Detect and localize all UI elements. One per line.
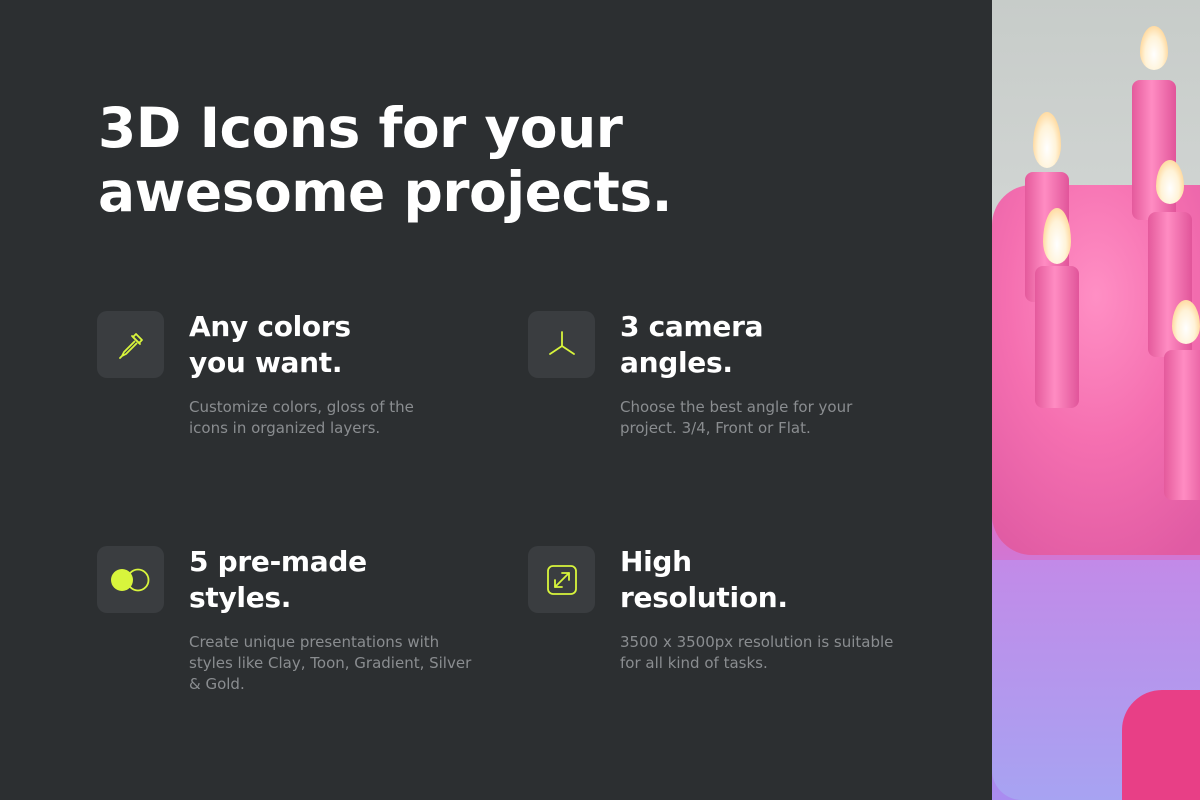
feature-title-line: Any colors bbox=[189, 310, 351, 343]
cake-illustration bbox=[992, 0, 1200, 800]
feature-description-line: Create unique presentations with bbox=[189, 633, 440, 651]
styles-circles-icon bbox=[97, 546, 164, 613]
feature-title: 5 pre-made styles. bbox=[189, 544, 429, 616]
feature-title: Any colors you want. bbox=[189, 309, 429, 381]
resize-arrow-icon bbox=[528, 546, 595, 613]
candle bbox=[1035, 266, 1079, 408]
features-panel: 3D Icons for your awesome projects. Any … bbox=[0, 0, 992, 800]
feature-description: Choose the best angle for your project. … bbox=[620, 397, 930, 439]
eyedropper-icon bbox=[97, 311, 164, 378]
candle bbox=[1164, 350, 1200, 500]
feature-description-line: styles like Clay, Toon, Gradient, Silver bbox=[189, 654, 472, 672]
feature-description: Create unique presentations with styles … bbox=[189, 632, 499, 695]
headline: 3D Icons for your awesome projects. bbox=[98, 96, 898, 224]
candle-flame bbox=[1172, 300, 1200, 344]
headline-line-1: 3D Icons for your bbox=[98, 96, 623, 160]
feature-description-line: Customize colors, gloss of the bbox=[189, 398, 414, 416]
feature-description-line: for all kind of tasks. bbox=[620, 654, 768, 672]
camera-angles-icon bbox=[528, 311, 595, 378]
feature-description-line: icons in organized layers. bbox=[189, 419, 381, 437]
feature-description-line: 3500 x 3500px resolution is suitable bbox=[620, 633, 894, 651]
feature-title-line: you want. bbox=[189, 346, 343, 379]
candle-flame bbox=[1140, 26, 1168, 70]
feature-description: 3500 x 3500px resolution is suitable for… bbox=[620, 632, 930, 674]
feature-description: Customize colors, gloss of the icons in … bbox=[189, 397, 499, 439]
candle-flame bbox=[1033, 112, 1061, 168]
candle-flame bbox=[1156, 160, 1184, 204]
feature-title-line: styles. bbox=[189, 581, 292, 614]
feature-description-line: Choose the best angle for your bbox=[620, 398, 853, 416]
feature-title-line: 3 camera bbox=[620, 310, 764, 343]
headline-line-2: awesome projects. bbox=[98, 160, 672, 224]
feature-title-line: resolution. bbox=[620, 581, 788, 614]
feature-title: High resolution. bbox=[620, 544, 860, 616]
feature-title-line: 5 pre-made bbox=[189, 545, 367, 578]
feature-title-line: angles. bbox=[620, 346, 733, 379]
feature-description-line: project. 3/4, Front or Flat. bbox=[620, 419, 811, 437]
feature-title: 3 camera angles. bbox=[620, 309, 860, 381]
feature-description-line: & Gold. bbox=[189, 675, 245, 693]
feature-title-line: High bbox=[620, 545, 692, 578]
cake-base bbox=[1122, 690, 1200, 800]
